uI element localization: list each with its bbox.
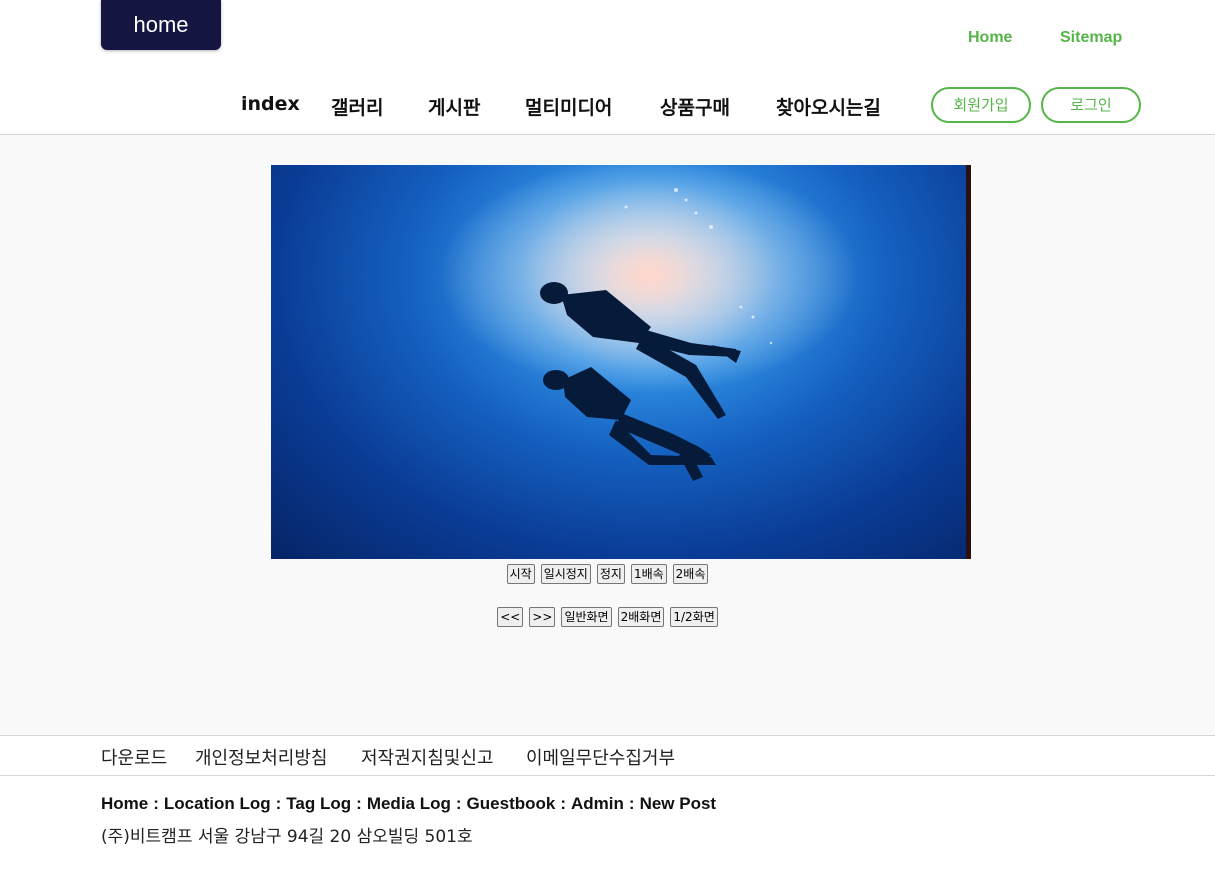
signup-button[interactable]: 회원가입 (931, 87, 1031, 123)
nav-item-board[interactable]: 게시판 (428, 93, 480, 120)
double-size-button[interactable]: 2배화면 (617, 607, 665, 627)
nav-item-shop[interactable]: 상품구매 (660, 93, 730, 120)
crumb-new-post[interactable]: New Post (640, 794, 717, 813)
pause-button[interactable]: 일시정지 (540, 564, 591, 584)
speed-2x-button[interactable]: 2배속 (672, 564, 709, 584)
login-button[interactable]: 로그인 (1041, 87, 1141, 123)
footer-link-email-refusal[interactable]: 이메일무단수집거부 (526, 744, 675, 770)
speed-1x-button[interactable]: 1배속 (630, 564, 667, 584)
video-frame-divers (271, 165, 971, 559)
stop-button[interactable]: 정지 (596, 564, 625, 584)
crumb-admin[interactable]: Admin (571, 794, 624, 813)
video-player[interactable] (271, 165, 971, 559)
util-link-home[interactable]: Home (968, 29, 1012, 47)
play-button[interactable]: 시작 (506, 564, 535, 584)
crumb-tag-log[interactable]: Tag Log (286, 794, 351, 813)
crumb-location-log[interactable]: Location Log (164, 794, 271, 813)
normal-size-button[interactable]: 일반화면 (561, 607, 612, 627)
crumb-media-log[interactable]: Media Log (367, 794, 451, 813)
footer-link-privacy[interactable]: 개인정보처리방침 (195, 744, 327, 770)
half-size-button[interactable]: 1/2화면 (670, 607, 718, 627)
site-header: home Home Sitemap index 갤러리 게시판 멀티미디어 상품… (0, 0, 1215, 135)
nav-item-gallery[interactable]: 갤러리 (331, 93, 383, 120)
main-content: 시작 일시정지 정지 1배속 2배속 << >> 일반화면 2배화면 1/2화면 (0, 135, 1215, 735)
rewind-button[interactable]: << (497, 607, 524, 627)
nav-item-index[interactable]: index (241, 93, 300, 115)
nav-item-directions[interactable]: 찾아오시는길 (776, 93, 881, 120)
footer-links: 다운로드 개인정보처리방침 저작권지침및신고 이메일무단수집거부 (0, 735, 1215, 776)
footer-link-copyright[interactable]: 저작권지침및신고 (361, 744, 493, 770)
footer-link-download[interactable]: 다운로드 (101, 744, 167, 770)
player-controls-primary: 시작 일시정지 정지 1배속 2배속 (0, 564, 1215, 584)
forward-button[interactable]: >> (529, 607, 556, 627)
crumb-guestbook[interactable]: Guestbook (467, 794, 556, 813)
util-link-sitemap[interactable]: Sitemap (1060, 29, 1122, 47)
home-logo[interactable]: home (101, 0, 221, 50)
nav-item-multimedia[interactable]: 멀티미디어 (525, 93, 612, 120)
crumb-home[interactable]: Home (101, 794, 148, 813)
footer-breadcrumbs: Home: Location Log: Tag Log: Media Log: Gues… (101, 794, 717, 813)
company-address: (주)비트캠프 서울 강남구 94길 20 삼오빌딩 501호 (101, 827, 473, 847)
player-controls-secondary: << >> 일반화면 2배화면 1/2화면 (0, 607, 1215, 627)
